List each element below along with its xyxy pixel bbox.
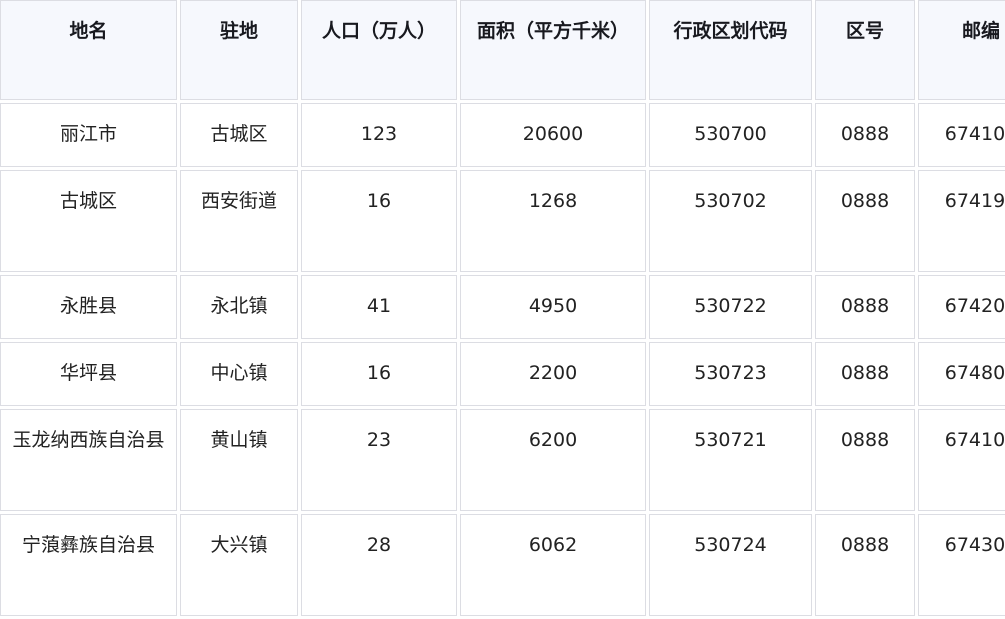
table-row: 古城区 西安街道 16 1268 530702 0888 674199	[0, 170, 1005, 272]
cell-postal-code: 674300	[918, 514, 1005, 616]
cell-population: 16	[301, 342, 457, 406]
cell-area: 2200	[460, 342, 646, 406]
cell-place-name: 古城区	[0, 170, 177, 272]
cell-area-code: 0888	[815, 275, 915, 339]
cell-admin-code: 530700	[649, 103, 812, 167]
cell-postal-code: 674200	[918, 275, 1005, 339]
header-seat: 驻地	[180, 0, 298, 100]
table-row: 华坪县 中心镇 16 2200 530723 0888 674800	[0, 342, 1005, 406]
cell-area-code: 0888	[815, 170, 915, 272]
cell-admin-code: 530724	[649, 514, 812, 616]
cell-seat: 西安街道	[180, 170, 298, 272]
cell-postal-code: 674100	[918, 409, 1005, 511]
header-row: 地名 驻地 人口（万人） 面积（平方千米） 行政区划代码 区号 邮编	[0, 0, 1005, 100]
table-row: 玉龙纳西族自治县 黄山镇 23 6200 530721 0888 674100	[0, 409, 1005, 511]
cell-admin-code: 530722	[649, 275, 812, 339]
cell-postal-code: 674100	[918, 103, 1005, 167]
lijiang-admin-table: 地名 驻地 人口（万人） 面积（平方千米） 行政区划代码 区号 邮编 丽江市 古…	[0, 0, 1005, 619]
cell-population: 23	[301, 409, 457, 511]
table-row: 丽江市 古城区 123 20600 530700 0888 674100	[0, 103, 1005, 167]
cell-place-name: 宁蒗彝族自治县	[0, 514, 177, 616]
cell-area: 1268	[460, 170, 646, 272]
cell-population: 41	[301, 275, 457, 339]
cell-admin-code: 530702	[649, 170, 812, 272]
cell-seat: 永北镇	[180, 275, 298, 339]
cell-population: 123	[301, 103, 457, 167]
header-area-code: 区号	[815, 0, 915, 100]
header-place-name: 地名	[0, 0, 177, 100]
cell-area-code: 0888	[815, 103, 915, 167]
cell-place-name: 永胜县	[0, 275, 177, 339]
table-row: 宁蒗彝族自治县 大兴镇 28 6062 530724 0888 674300	[0, 514, 1005, 616]
cell-area: 6062	[460, 514, 646, 616]
header-area: 面积（平方千米）	[460, 0, 646, 100]
cell-area: 4950	[460, 275, 646, 339]
cell-seat: 古城区	[180, 103, 298, 167]
cell-population: 28	[301, 514, 457, 616]
cell-admin-code: 530723	[649, 342, 812, 406]
table-row: 永胜县 永北镇 41 4950 530722 0888 674200	[0, 275, 1005, 339]
cell-seat: 黄山镇	[180, 409, 298, 511]
cell-place-name: 玉龙纳西族自治县	[0, 409, 177, 511]
header-admin-code: 行政区划代码	[649, 0, 812, 100]
header-population: 人口（万人）	[301, 0, 457, 100]
cell-seat: 中心镇	[180, 342, 298, 406]
cell-place-name: 丽江市	[0, 103, 177, 167]
cell-area-code: 0888	[815, 409, 915, 511]
cell-population: 16	[301, 170, 457, 272]
cell-seat: 大兴镇	[180, 514, 298, 616]
cell-area: 20600	[460, 103, 646, 167]
cell-area: 6200	[460, 409, 646, 511]
cell-admin-code: 530721	[649, 409, 812, 511]
cell-place-name: 华坪县	[0, 342, 177, 406]
cell-postal-code: 674199	[918, 170, 1005, 272]
cell-postal-code: 674800	[918, 342, 1005, 406]
cell-area-code: 0888	[815, 514, 915, 616]
cell-area-code: 0888	[815, 342, 915, 406]
header-postal-code: 邮编	[918, 0, 1005, 100]
